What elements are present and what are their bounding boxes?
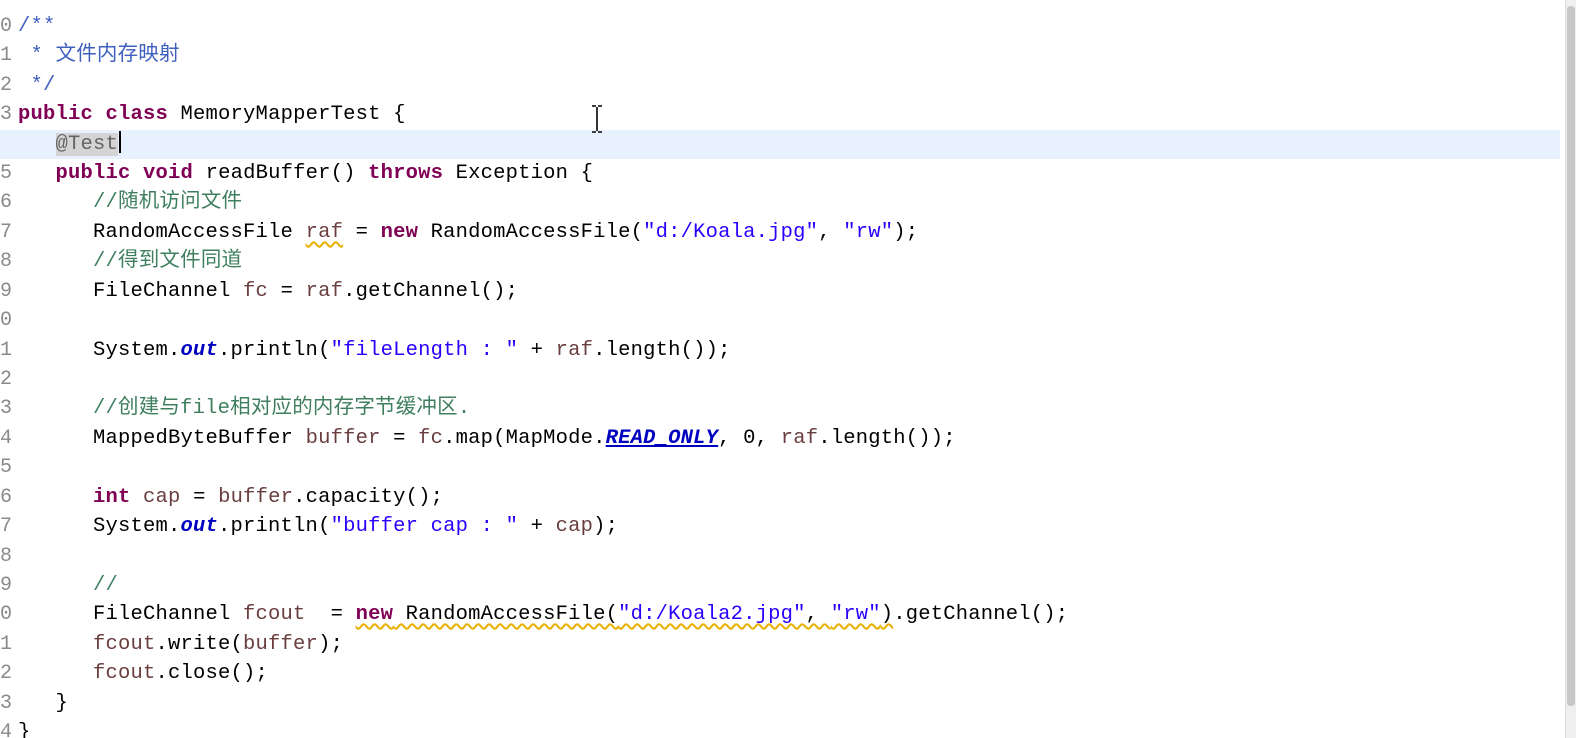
exception-type: Exception { [443, 162, 594, 185]
variable-cap: cap [555, 515, 594, 538]
code-line-10[interactable] [18, 306, 1560, 335]
code-line-8[interactable]: //得到文件同道 [18, 247, 1560, 276]
code-line-23[interactable]: } [18, 689, 1560, 718]
code-editor[interactable]: 0123456789012345678901234 /** * 文件内存映射 *… [0, 0, 1576, 738]
string-literal: "rw" [843, 221, 894, 244]
code-line-14[interactable]: MappedByteBuffer buffer = fc.map(MapMode… [18, 424, 1560, 453]
code-line-21[interactable]: fcout.write(buffer); [18, 630, 1560, 659]
code-line-18[interactable] [18, 542, 1560, 571]
code-line-1[interactable]: * 文件内存映射 [18, 41, 1560, 70]
variable-fcout: fcout [93, 662, 156, 685]
code-line-20[interactable]: FileChannel fcout = new RandomAccessFile… [18, 600, 1560, 629]
code-line-6[interactable]: //随机访问文件 [18, 188, 1560, 217]
javadoc-text: * 文件内存映射 [18, 44, 180, 67]
closing-brace: } [55, 692, 69, 715]
variable-raf: raf [555, 339, 594, 362]
keyword: public [55, 162, 131, 185]
code-line-9[interactable]: FileChannel fc = raf.getChannel(); [18, 277, 1560, 306]
line-comment: //得到文件同道 [93, 250, 243, 273]
scrollbar-thumb[interactable] [1567, 6, 1575, 706]
text-caret [119, 131, 122, 153]
ibeam-cursor-icon [592, 105, 602, 133]
code-line-0[interactable]: /** [18, 12, 1560, 41]
code-line-5[interactable]: public void readBuffer() throws Exceptio… [18, 159, 1560, 188]
variable-raf: raf [305, 280, 344, 303]
class-declaration: MemoryMapperTest { [168, 103, 406, 126]
line-comment: //创建与file相对应的内存字节缓冲区. [93, 397, 471, 420]
variable-raf: raf [780, 427, 819, 450]
method-name: readBuffer() [193, 162, 369, 185]
string-literal: "d:/Koala2.jpg" [618, 603, 806, 626]
keyword: void [143, 162, 194, 185]
line-comment: // [93, 574, 119, 597]
code-line-22[interactable]: fcout.close(); [18, 659, 1560, 688]
variable-fc: fc [418, 427, 444, 450]
code-line-17[interactable]: System.out.println("buffer cap : " + cap… [18, 512, 1560, 541]
javadoc-close: */ [18, 74, 56, 97]
static-field-out: out [180, 339, 219, 362]
code-line-3[interactable]: public class MemoryMapperTest { [18, 100, 1560, 129]
variable-fc: fc [243, 280, 269, 303]
static-field-out: out [180, 515, 219, 538]
vertical-scrollbar[interactable] [1565, 0, 1576, 738]
variable-buffer: buffer [305, 427, 381, 450]
code-line-7[interactable]: RandomAccessFile raf = new RandomAccessF… [18, 218, 1560, 247]
variable-cap: cap [143, 486, 181, 509]
code-line-19[interactable]: // [18, 571, 1560, 600]
keyword: new [355, 603, 394, 626]
code-line-13[interactable]: //创建与file相对应的内存字节缓冲区. [18, 394, 1560, 423]
variable-fcout: fcout [93, 633, 156, 656]
code-lines[interactable]: /** * 文件内存映射 */ public class MemoryMappe… [0, 0, 1560, 738]
variable-raf: raf [305, 221, 344, 244]
keyword: public [18, 103, 94, 126]
annotation: @Test [55, 133, 119, 156]
string-literal: "d:/Koala.jpg" [643, 221, 819, 244]
string-literal: "buffer cap : " [330, 515, 519, 538]
variable-buffer: buffer [243, 633, 319, 656]
constant-read-only: READ_ONLY [605, 427, 719, 450]
keyword: throws [368, 162, 444, 185]
code-line-24[interactable]: } [18, 718, 1560, 738]
code-line-4-current[interactable]: @Test [0, 130, 1560, 160]
code-line-2[interactable]: */ [18, 71, 1560, 100]
code-line-15[interactable] [18, 453, 1560, 482]
line-comment: //随机访问文件 [93, 191, 243, 214]
variable-buffer: buffer [218, 486, 294, 509]
keyword: class [105, 103, 169, 126]
keyword: new [380, 221, 419, 244]
string-literal: "fileLength : " [330, 339, 519, 362]
keyword: int [93, 486, 131, 509]
string-literal: "rw" [830, 603, 881, 626]
code-line-12[interactable] [18, 365, 1560, 394]
variable-fcout: fcout [243, 603, 306, 626]
code-line-16[interactable]: int cap = buffer.capacity(); [18, 483, 1560, 512]
code-line-11[interactable]: System.out.println("fileLength : " + raf… [18, 336, 1560, 365]
closing-brace: } [18, 721, 31, 738]
javadoc-open: /** [18, 15, 56, 38]
